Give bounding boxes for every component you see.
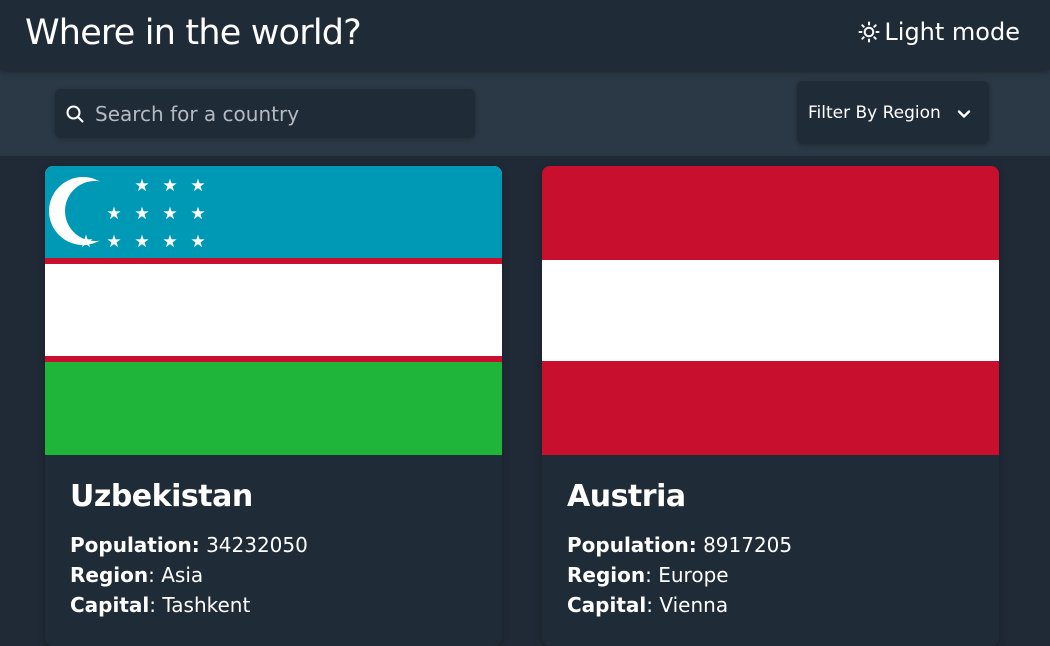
svg-text:★: ★ bbox=[134, 176, 149, 196]
population-label: Population: bbox=[70, 533, 200, 557]
region-value: Asia bbox=[161, 563, 204, 587]
svg-text:★: ★ bbox=[162, 176, 177, 196]
search-input[interactable] bbox=[95, 89, 475, 138]
svg-text:★: ★ bbox=[190, 176, 205, 196]
population-label: Population: bbox=[567, 533, 697, 557]
sun-icon bbox=[858, 21, 880, 43]
region-row: Region: Asia bbox=[70, 563, 204, 587]
card-body: Uzbekistan Population: 34232050 Region: … bbox=[45, 455, 502, 644]
svg-text:★: ★ bbox=[134, 232, 149, 252]
svg-text:★: ★ bbox=[162, 204, 177, 224]
svg-text:★: ★ bbox=[106, 204, 121, 224]
region-value: Europe bbox=[658, 563, 729, 587]
svg-text:★: ★ bbox=[190, 204, 205, 224]
capital-label: Capital bbox=[567, 593, 647, 617]
capital-row: Capital: Tashkent bbox=[70, 593, 251, 617]
country-card-austria[interactable]: Austria Population: 8917205 Region: Euro… bbox=[542, 166, 999, 646]
search-box[interactable] bbox=[55, 89, 475, 138]
search-icon bbox=[65, 104, 85, 124]
region-filter-label: Filter By Region bbox=[808, 102, 941, 123]
svg-text:★: ★ bbox=[134, 204, 149, 224]
capital-label: Capital bbox=[70, 593, 150, 617]
region-label: Region bbox=[567, 563, 646, 587]
svg-text:★: ★ bbox=[162, 232, 177, 252]
region-filter-dropdown[interactable]: Filter By Region bbox=[797, 81, 989, 144]
chevron-down-icon bbox=[957, 106, 971, 120]
capital-row: Capital: Vienna bbox=[567, 593, 729, 617]
population-row: Population: 8917205 bbox=[567, 530, 974, 560]
country-card-uzbekistan[interactable]: ★ ★ ★ ★ ★ ★ ★ ★ ★ ★ ★ ★ Uzbekistan Popul… bbox=[45, 166, 502, 646]
capital-value: Vienna bbox=[659, 593, 729, 617]
card-body: Austria Population: 8917205 Region: Euro… bbox=[542, 455, 999, 644]
theme-toggle-label: Light mode bbox=[884, 18, 1020, 46]
population-value: 8917205 bbox=[703, 533, 793, 557]
svg-text:★: ★ bbox=[78, 232, 93, 252]
population-row: Population: 34232050 bbox=[70, 530, 477, 560]
population-value: 34232050 bbox=[206, 533, 308, 557]
app-header: Where in the world? Light mode bbox=[0, 0, 1050, 70]
theme-toggle-button[interactable]: Light mode bbox=[858, 18, 1020, 46]
flag-austria bbox=[542, 166, 999, 455]
toolbar: Filter By Region bbox=[0, 70, 1050, 156]
region-row: Region: Europe bbox=[567, 563, 729, 587]
svg-text:★: ★ bbox=[190, 232, 205, 252]
country-name: Austria bbox=[567, 479, 686, 514]
flag-uzbekistan: ★ ★ ★ ★ ★ ★ ★ ★ ★ ★ ★ ★ bbox=[45, 166, 502, 455]
capital-value: Tashkent bbox=[162, 593, 251, 617]
svg-text:★: ★ bbox=[106, 232, 121, 252]
page-title: Where in the world? bbox=[25, 13, 362, 53]
country-name: Uzbekistan bbox=[70, 479, 253, 514]
region-label: Region bbox=[70, 563, 149, 587]
